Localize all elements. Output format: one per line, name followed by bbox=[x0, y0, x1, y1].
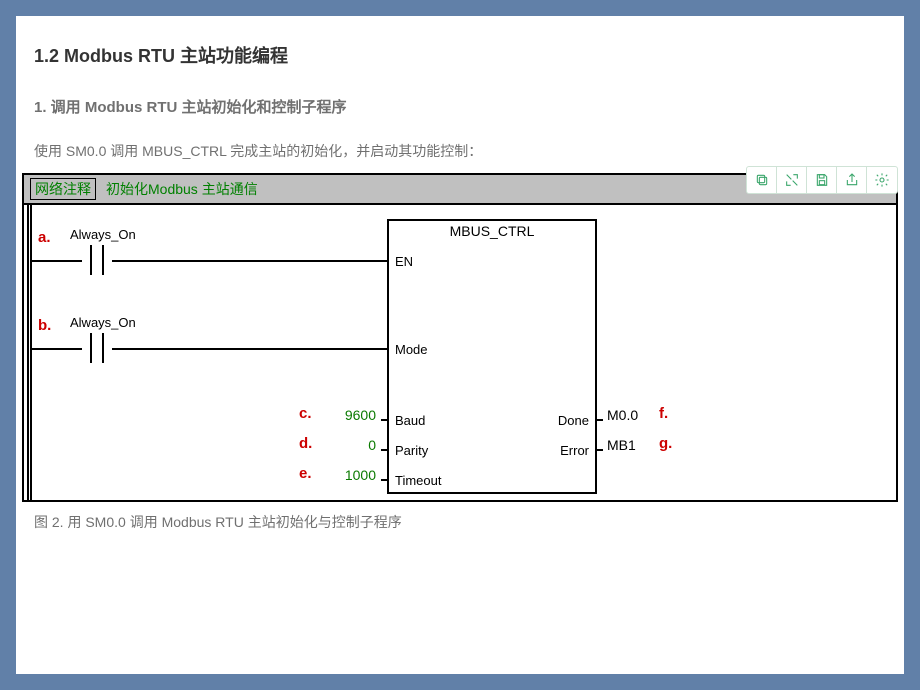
contact-b bbox=[82, 333, 112, 363]
pin-en: EN bbox=[395, 254, 413, 269]
contact-a-label: Always_On bbox=[70, 227, 136, 242]
tick bbox=[381, 419, 387, 421]
gear-icon[interactable] bbox=[867, 167, 897, 193]
tick bbox=[597, 419, 603, 421]
marker-a: a. bbox=[38, 229, 51, 246]
figure-caption: 图 2. 用 SM0.0 调用 Modbus RTU 主站初始化与控制子程序 bbox=[34, 512, 904, 532]
val-error: MB1 bbox=[607, 437, 636, 453]
tick bbox=[381, 449, 387, 451]
expand-icon[interactable] bbox=[777, 167, 807, 193]
tick bbox=[381, 479, 387, 481]
network-comment-text: 初始化Modbus 主站通信 bbox=[106, 181, 258, 197]
val-done: M0.0 bbox=[607, 407, 638, 423]
copy-icon[interactable] bbox=[747, 167, 777, 193]
mbus-ctrl-block: MBUS_CTRL EN Mode Baud Parity Timeout Do… bbox=[387, 219, 597, 494]
diagram-toolbar bbox=[746, 166, 898, 194]
marker-d: d. bbox=[299, 435, 312, 452]
wire bbox=[132, 260, 387, 262]
pin-parity: Parity bbox=[395, 443, 428, 458]
wire bbox=[112, 260, 132, 262]
share-icon[interactable] bbox=[837, 167, 867, 193]
intro-text: 使用 SM0.0 调用 MBUS_CTRL 完成主站的初始化，并启动其功能控制： bbox=[34, 141, 904, 161]
marker-e: e. bbox=[299, 465, 312, 482]
section-title: 1.2 Modbus RTU 主站功能编程 bbox=[34, 42, 904, 68]
wire bbox=[32, 260, 82, 262]
marker-g: g. bbox=[659, 435, 672, 452]
contact-b-label: Always_On bbox=[70, 315, 136, 330]
val-parity: 0 bbox=[324, 437, 376, 453]
val-baud: 9600 bbox=[324, 407, 376, 423]
wire bbox=[112, 348, 132, 350]
power-rail bbox=[24, 205, 32, 500]
wire bbox=[32, 348, 82, 350]
marker-f: f. bbox=[659, 405, 668, 422]
val-timeout: 1000 bbox=[324, 467, 376, 483]
marker-c: c. bbox=[299, 405, 312, 422]
save-icon[interactable] bbox=[807, 167, 837, 193]
ladder-diagram: 网络注释初始化Modbus 主站通信 a. Always_On b. Alway… bbox=[22, 173, 898, 502]
contact-a bbox=[82, 245, 112, 275]
block-title: MBUS_CTRL bbox=[389, 221, 595, 243]
step-title: 1. 调用 Modbus RTU 主站初始化和控制子程序 bbox=[34, 96, 904, 117]
content: 1.2 Modbus RTU 主站功能编程 1. 调用 Modbus RTU 主… bbox=[16, 16, 904, 532]
tick bbox=[597, 449, 603, 451]
pin-timeout: Timeout bbox=[395, 473, 441, 488]
network-comment-label: 网络注释 bbox=[30, 178, 96, 200]
pin-baud: Baud bbox=[395, 413, 425, 428]
pin-mode: Mode bbox=[395, 342, 428, 357]
wire bbox=[132, 348, 387, 350]
diagram-canvas: a. Always_On b. Always_On bbox=[24, 205, 896, 500]
page: 1.2 Modbus RTU 主站功能编程 1. 调用 Modbus RTU 主… bbox=[16, 16, 904, 674]
pin-error: Error bbox=[560, 443, 589, 458]
marker-b: b. bbox=[38, 317, 51, 334]
pin-done: Done bbox=[558, 413, 589, 428]
